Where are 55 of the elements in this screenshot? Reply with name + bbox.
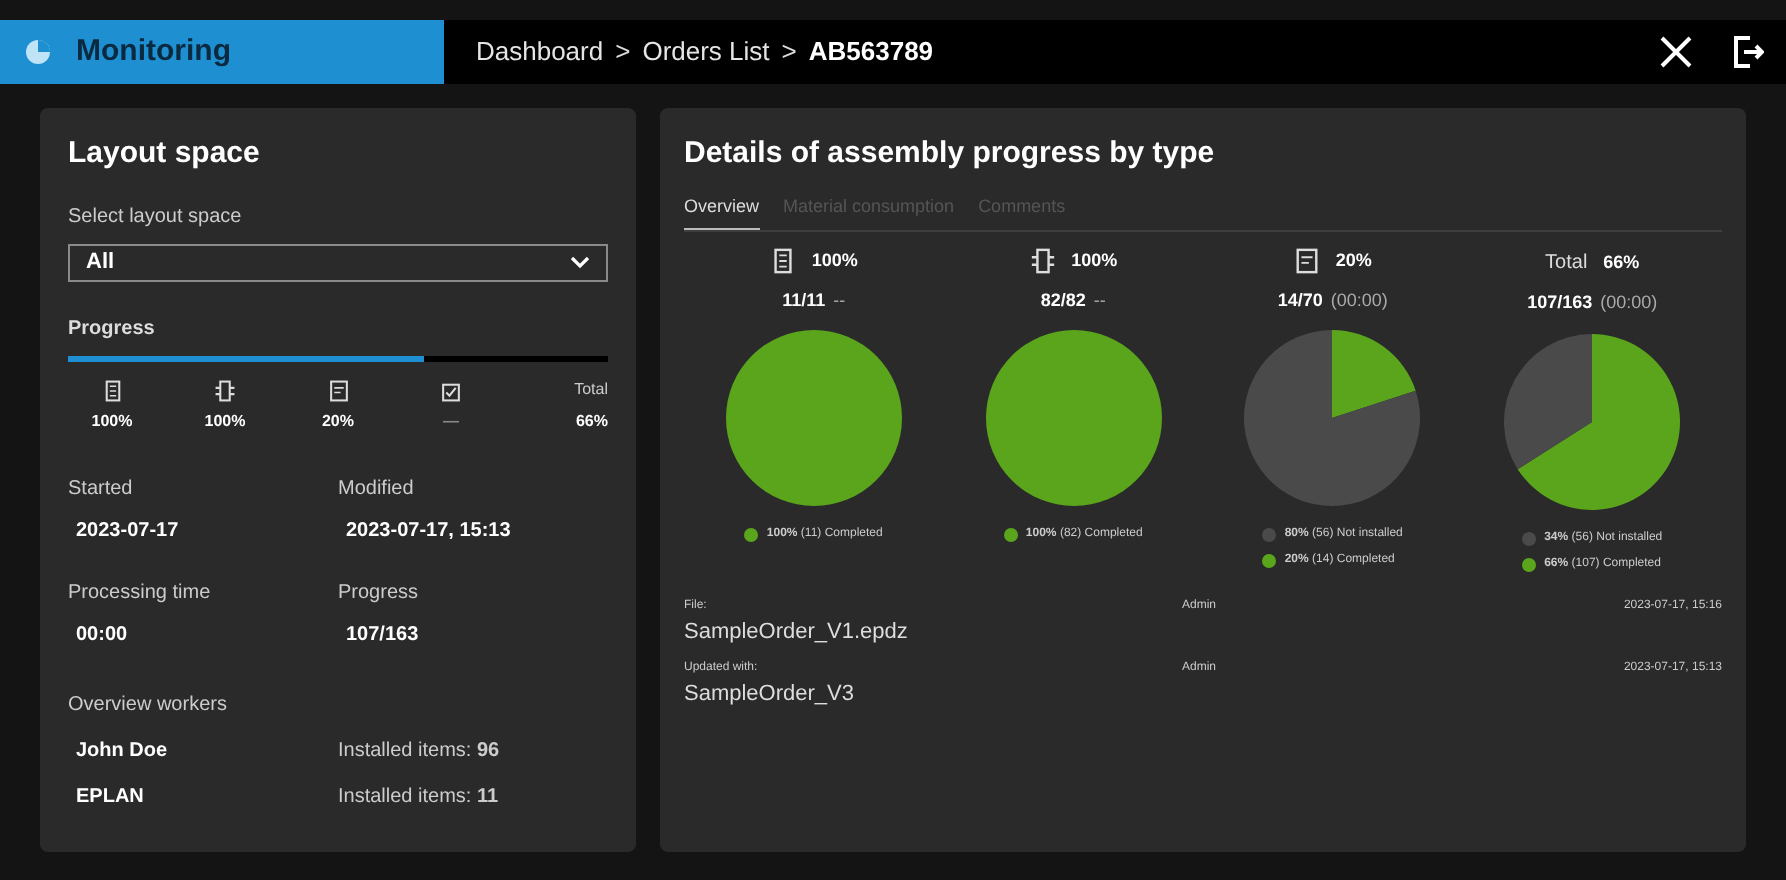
breadcrumb-link[interactable]: Orders List xyxy=(642,32,770,72)
percent-value: 100% xyxy=(1071,248,1118,274)
card-label: Total xyxy=(1545,250,1588,278)
panel-title: Details of assembly progress by type xyxy=(684,134,1217,174)
component-icon xyxy=(214,380,236,402)
breadcrumb-link[interactable]: AB563789 xyxy=(808,32,934,72)
field-label: Processing time xyxy=(68,580,213,608)
breadcrumb-separator: > xyxy=(615,34,631,71)
percent-value: 20% xyxy=(1335,248,1372,274)
field-value: 2023-07-17 xyxy=(74,518,181,546)
installed-items: Installed items: 11 xyxy=(338,784,501,812)
chevron-down-icon xyxy=(570,254,590,271)
field-value: 00:00 xyxy=(74,622,130,650)
count-value: 82/82 xyxy=(1040,287,1086,313)
file-name: SampleOrder_V1.epdz xyxy=(684,617,910,647)
count-value: 11/11 xyxy=(782,287,826,313)
breadcrumb-separator: > xyxy=(781,34,797,71)
field-label: Overview workers xyxy=(68,692,229,720)
time-value: (00:00) xyxy=(1600,290,1658,316)
tab[interactable]: Overview xyxy=(684,193,760,230)
cabinet-icon xyxy=(769,248,796,275)
installed-items: Installed items: 96 xyxy=(338,738,502,766)
stat-value: 100% xyxy=(91,410,133,434)
field-label: Started xyxy=(68,476,135,504)
layout-select[interactable]: All xyxy=(68,243,608,282)
cabinet-icon xyxy=(101,380,123,402)
progress-label: Progress xyxy=(68,315,157,344)
percent-value: 66% xyxy=(1603,249,1640,276)
field-label: Progress xyxy=(338,580,421,608)
field-label: Select layout space xyxy=(68,203,244,231)
worker-name: EPLAN xyxy=(74,784,146,812)
count-value: 107/163 xyxy=(1527,290,1593,316)
breadcrumb-link[interactable]: Dashboard xyxy=(476,32,604,72)
panel-title: Layout space xyxy=(68,134,262,174)
stat-value: 100% xyxy=(204,410,246,434)
checkbox-icon xyxy=(440,380,462,402)
field-label: Modified xyxy=(338,476,416,504)
stat-label: Total xyxy=(574,378,608,402)
count-value: 14/70 xyxy=(1277,287,1323,313)
file-name: SampleOrder_V3 xyxy=(684,680,856,710)
panel-icon xyxy=(1293,248,1320,275)
time-value: (00:00) xyxy=(1330,287,1388,314)
component-icon xyxy=(1029,248,1056,275)
time-value: -- xyxy=(1093,287,1106,313)
worker-name: John Doe xyxy=(74,738,170,766)
pie-chart-icon xyxy=(24,38,52,66)
percent-value: 100% xyxy=(811,248,858,274)
app-title: Monitoring xyxy=(76,31,231,72)
field-value: 107/163 xyxy=(344,622,421,650)
panel-icon xyxy=(327,380,349,402)
stat-value: 20% xyxy=(321,410,354,434)
time-value: -- xyxy=(833,287,846,313)
stat-value: — xyxy=(443,410,459,434)
field-value: 2023-07-17, 15:13 xyxy=(344,518,513,546)
stat-value: 66% xyxy=(575,410,608,434)
